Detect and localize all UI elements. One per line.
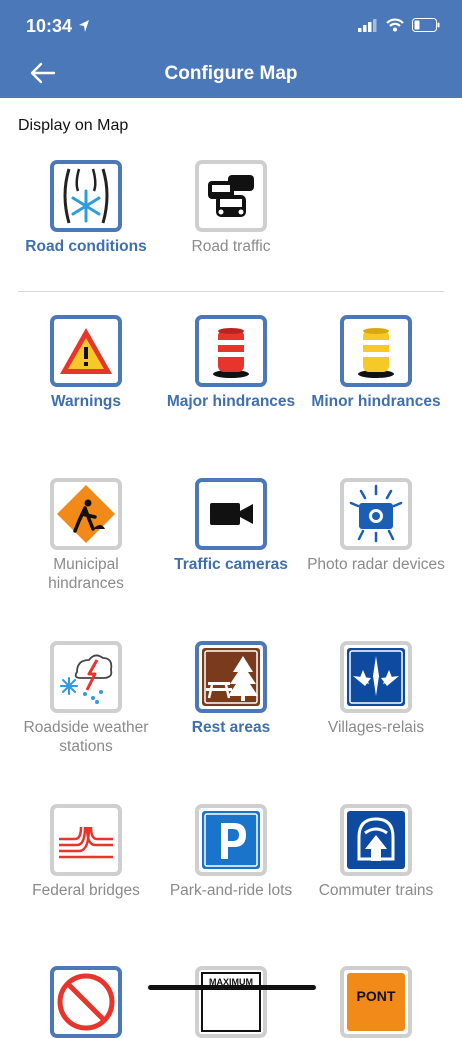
layer-label: Roadside weather stations [23,719,149,755]
layer-park-and-ride[interactable]: Park-and-ride lots [161,804,301,900]
layer-label: Photo radar devices [307,556,445,573]
layer-label: Road traffic [191,238,271,255]
app-header: 10:34 Configure Map [0,0,462,98]
status-icons [358,18,440,32]
pont-sign-text: PONT [357,988,396,1004]
layer-municipal-hindrances[interactable]: Municipal hindrances [16,478,156,593]
camera-icon [195,478,267,550]
weather-station-icon [50,641,122,713]
layer-label: Municipal hindrances [48,556,124,592]
road-conditions-icon [50,160,122,232]
layer-minor-hindrances[interactable]: Minor hindrances [306,315,446,411]
section-label: Display on Map [18,117,129,134]
layer-label: Road conditions [25,238,147,255]
layer-label: Major hindrances [166,393,296,410]
status-time: 10:34 [26,16,73,36]
layer-partial-2[interactable]: MAXIMUM [161,966,301,1038]
federal-bridge-icon [50,804,122,876]
layer-photo-radar[interactable]: Photo radar devices [306,478,446,574]
no-entry-sign-icon [50,966,122,1038]
layer-rest-areas[interactable]: Rest areas [161,641,301,737]
location-arrow-icon [78,19,90,38]
page-title: Configure Map [164,63,298,84]
municipal-hindrance-icon [50,478,122,550]
layer-label: Commuter trains [318,882,434,899]
home-indicator[interactable] [148,985,316,990]
layer-label: Villages-relais [327,719,425,736]
layer-major-hindrances[interactable]: Major hindrances [161,315,301,411]
maximum-sign-icon: MAXIMUM [195,966,267,1038]
signal-icon [358,18,377,32]
layer-partial-3[interactable]: PONT [306,966,446,1038]
layer-federal-bridges[interactable]: Federal bridges [16,804,156,900]
road-traffic-icon [195,160,267,232]
layer-commuter-trains[interactable]: Commuter trains [306,804,446,900]
photo-radar-icon [340,478,412,550]
layer-villages-relais[interactable]: Villages-relais [306,641,446,737]
layer-label: Warnings [50,393,122,410]
pont-sign-icon: PONT [340,966,412,1038]
divider [18,291,444,292]
commuter-train-icon [340,804,412,876]
layer-roadside-weather[interactable]: Roadside weather stations [16,641,156,756]
battery-icon [412,18,440,32]
rest-area-icon [195,641,267,713]
layer-label: Rest areas [191,719,271,736]
villages-relais-icon [340,641,412,713]
layer-label: Park-and-ride lots [169,882,293,899]
layer-road-conditions[interactable]: Road conditions [16,160,156,256]
layer-traffic-cameras[interactable]: Traffic cameras [161,478,301,574]
layer-warnings[interactable]: Warnings [16,315,156,411]
layer-label: Traffic cameras [174,556,288,573]
layer-partial-1[interactable] [16,966,156,1038]
layer-label: Federal bridges [32,882,140,899]
minor-hindrance-icon [340,315,412,387]
warning-icon [50,315,122,387]
major-hindrance-icon [195,315,267,387]
layer-label: Minor hindrances [311,393,441,410]
park-and-ride-icon [195,804,267,876]
layer-road-traffic[interactable]: Road traffic [161,160,301,256]
wifi-icon [386,18,404,32]
